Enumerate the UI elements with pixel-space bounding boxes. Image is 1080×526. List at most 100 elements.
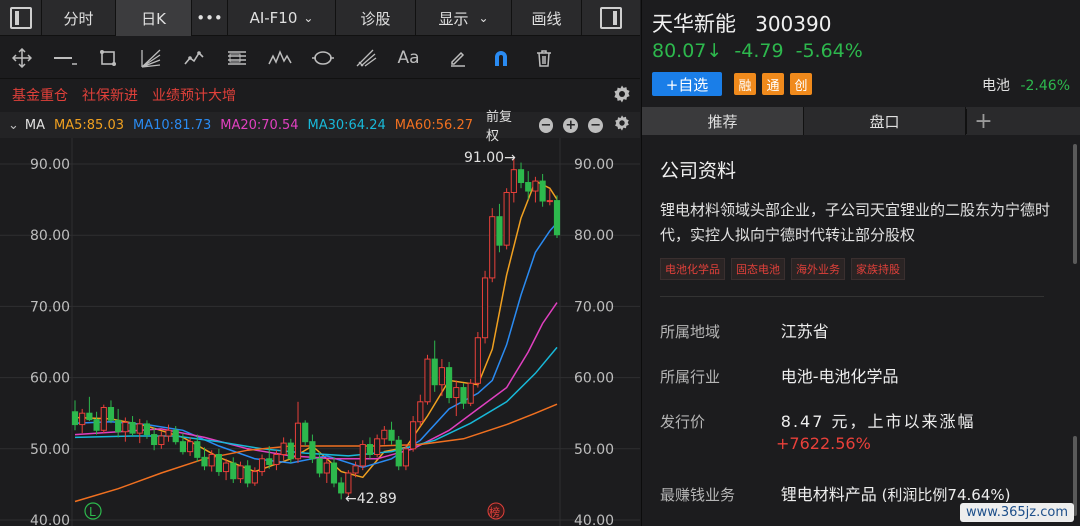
candle-body: [280, 442, 287, 455]
candle-body: [86, 412, 93, 421]
more-periods-button[interactable]: •••: [192, 0, 228, 36]
y-tick-label: 60.00: [574, 371, 614, 387]
candle-body: [330, 462, 338, 484]
tag-earnings-increase[interactable]: 业绩预计大增: [152, 85, 236, 105]
minus-circle-icon[interactable]: −: [538, 117, 554, 133]
row-key: 所属地域: [660, 323, 721, 341]
candle-body: [481, 277, 489, 339]
candle-body: [79, 412, 86, 426]
tab-daily-k[interactable]: 日K: [116, 0, 192, 36]
candle-body: [453, 387, 460, 399]
candle-body: [302, 422, 309, 443]
tab-diagnose[interactable]: 诊股: [336, 0, 416, 36]
candle-body: [230, 462, 237, 480]
crosshair-icon[interactable]: [0, 37, 43, 79]
candle-body: [266, 458, 273, 465]
candle-body: [338, 482, 345, 494]
row-top-business: 最赚钱业务 锂电材料产品 (利润比例74.64%): [660, 481, 1010, 505]
ma10-value: MA10:81.73: [133, 117, 212, 133]
candle-body: [374, 438, 381, 455]
profile-chips: 电池化学品 固态电池 海外业务 家族持股: [660, 258, 905, 280]
candle-body: [194, 441, 201, 458]
fib-icon[interactable]: [344, 37, 387, 79]
profile-description: 锂电材料领域头部企业，子公司天宜锂业的二股东为宁德时代，实控人拟向宁德时代转让部…: [660, 201, 1051, 244]
candle-body: [553, 200, 561, 236]
chevron-down-icon: ⌄: [478, 11, 489, 25]
candle-body: [525, 182, 532, 192]
y-tick-label: 90.00: [574, 157, 614, 173]
channel-icon[interactable]: [215, 37, 258, 79]
candle-body: [244, 465, 251, 484]
l-badge[interactable]: L: [84, 502, 102, 520]
candle-body: [201, 456, 208, 467]
draw-lines-button[interactable]: 画线: [512, 0, 582, 36]
candle-body: [359, 444, 366, 467]
magnet-icon[interactable]: [479, 37, 522, 79]
candle-body: [546, 200, 553, 203]
minus-circle-icon[interactable]: −: [588, 117, 603, 133]
tab-intraday[interactable]: 分时: [42, 0, 116, 36]
gear-icon[interactable]: [612, 84, 632, 108]
profile-title: 公司资料: [660, 160, 737, 182]
candle-body: [474, 337, 481, 384]
chip-family-holding[interactable]: 家族持股: [851, 258, 905, 280]
candle-body: [136, 423, 143, 434]
tab-recommend[interactable]: 推荐: [642, 107, 804, 135]
chip-battery-chemicals[interactable]: 电池化学品: [660, 258, 725, 280]
tab-ai-f10[interactable]: AI-F10 ⌄: [228, 0, 336, 36]
candle-body: [431, 358, 438, 386]
ma60-value: MA60:56.27: [394, 117, 473, 133]
candles: [71, 156, 561, 500]
candle-body: [158, 435, 165, 446]
add-to-watchlist-button[interactable]: +自选: [652, 72, 722, 96]
connect-badge[interactable]: 通: [762, 73, 784, 95]
cycle-icon[interactable]: [301, 37, 344, 79]
sidebar-toggle-right-button[interactable]: [582, 0, 640, 36]
ma30-line: [74, 346, 558, 457]
y-axis-right: 90.00 80.00 70.00 60.00 50.00 40.00: [574, 157, 614, 526]
panel-right-icon: [600, 7, 622, 29]
fan-icon[interactable]: [129, 37, 172, 79]
chip-solid-state-battery[interactable]: 固态电池: [731, 258, 785, 280]
chip-overseas-business[interactable]: 海外业务: [791, 258, 845, 280]
row-value-ratio: (利润比例74.64%): [881, 486, 1011, 504]
divider: [660, 296, 1044, 297]
candle-body: [352, 465, 359, 474]
line-icon[interactable]: [43, 37, 86, 79]
candle-body: [258, 458, 266, 473]
drawing-toolbar: Aa: [0, 37, 640, 79]
text-icon[interactable]: Aa: [387, 37, 430, 79]
candle-body: [129, 421, 136, 434]
zigzag-icon[interactable]: [258, 37, 301, 79]
tab-order-book[interactable]: 盘口: [804, 107, 966, 135]
plus-circle-icon[interactable]: +: [563, 117, 579, 133]
scrollbar-thumb[interactable]: [1073, 144, 1077, 264]
display-dropdown[interactable]: 显示 ⌄: [416, 0, 512, 36]
add-tab-button[interactable]: +: [966, 107, 1080, 135]
rank-badge[interactable]: 榜: [487, 502, 505, 520]
tag-fund-heavy[interactable]: 基金重仓: [12, 85, 68, 105]
margin-badge[interactable]: 融: [734, 73, 756, 95]
chinext-badge[interactable]: 创: [790, 73, 812, 95]
row-issue-gain: +7622.56%: [776, 434, 871, 453]
y-tick-label: 90.00: [30, 157, 70, 173]
gear-icon[interactable]: [613, 114, 631, 136]
candle-body: [395, 439, 402, 467]
y-tick-label: 50.00: [574, 442, 614, 458]
row-key: 发行价: [660, 413, 706, 431]
ma30-value: MA30:64.24: [307, 117, 386, 133]
wave-icon[interactable]: [172, 37, 215, 79]
sector-change[interactable]: 电池 -2.46%: [982, 75, 1070, 95]
chevron-down-icon[interactable]: ⌄: [8, 118, 19, 133]
candle-body: [187, 441, 194, 453]
candle-body: [445, 367, 453, 399]
sidebar-toggle-left-button[interactable]: [0, 0, 42, 36]
row-value-gain: +7622.56%: [776, 434, 871, 453]
tag-social-security[interactable]: 社保新进: [82, 85, 138, 105]
trash-icon[interactable]: [522, 37, 565, 79]
pen-icon[interactable]: [436, 37, 479, 79]
kline-chart[interactable]: 90.00 80.00 70.00 60.00 50.00 40.00 90.00 80.0…: [0, 138, 640, 526]
crop-icon[interactable]: [86, 37, 129, 79]
row-value: 江苏省: [780, 322, 829, 341]
ma-label[interactable]: MA: [25, 118, 45, 133]
